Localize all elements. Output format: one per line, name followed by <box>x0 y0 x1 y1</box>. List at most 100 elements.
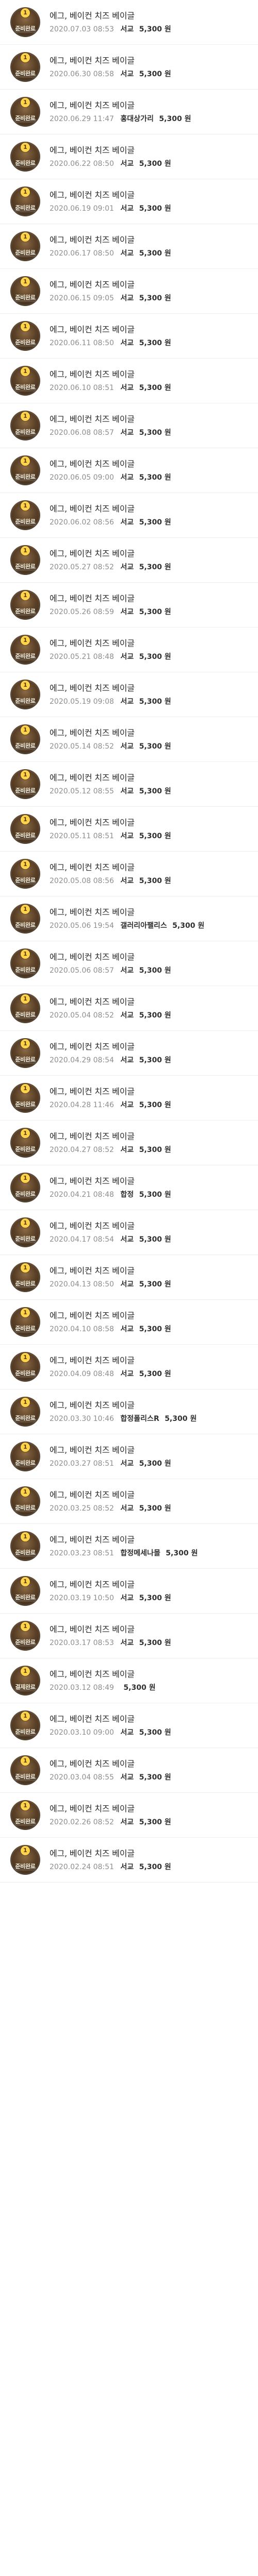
store-name: 서교 <box>120 473 134 482</box>
order-meta: 2020.03.10 09:00 서교 5,300 원 <box>50 1728 258 1737</box>
order-icon <box>14 656 36 660</box>
order-info: 에그, 베이컨 치즈 베이글 2020.03.25 08:52 서교 5,300… <box>50 1490 258 1513</box>
order-list-item[interactable]: 1 준비완료 에그, 베이컨 치즈 베이글 2020.03.10 09:00 서… <box>0 1703 258 1748</box>
order-amount: 5,300 원 <box>139 832 171 840</box>
order-list-item[interactable]: 1 준비완료 에그, 베이컨 치즈 베이글 2020.02.26 08:52 서… <box>0 1793 258 1838</box>
order-info: 에그, 베이컨 치즈 베이글 2020.03.17 08:53 서교 5,300… <box>50 1624 258 1648</box>
order-list-item[interactable]: 1 준비완료 에그, 베이컨 치즈 베이글 2020.05.11 08:51 서… <box>0 807 258 852</box>
order-info: 에그, 베이컨 치즈 베이글 2020.04.10 08:58 서교 5,300… <box>50 1311 258 1334</box>
order-thumbnail: 1 준비완료 <box>10 1397 40 1427</box>
order-list-item[interactable]: 1 준비완료 에그, 베이컨 치즈 베이글 2020.06.11 08:50 서… <box>0 314 258 359</box>
order-title: 에그, 베이컨 치즈 베이글 <box>50 324 135 334</box>
order-list-item[interactable]: 1 준비완료 에그, 베이컨 치즈 베이글 2020.06.30 08:58 서… <box>0 45 258 90</box>
order-list-item[interactable]: 1 준비완료 에그, 베이컨 치즈 베이글 2020.04.10 08:58 서… <box>0 1300 258 1345</box>
store-name: 서교 <box>120 1280 134 1289</box>
order-title: 에그, 베이컨 치즈 베이글 <box>50 503 135 514</box>
order-list-item[interactable]: 1 준비완료 에그, 베이컨 치즈 베이글 2020.05.27 08:52 서… <box>0 538 258 583</box>
order-meta: 2020.03.19 10:50 서교 5,300 원 <box>50 1594 258 1603</box>
order-amount: 5,300 원 <box>139 473 171 482</box>
order-timestamp: 2020.04.13 08:50 <box>50 1280 114 1289</box>
order-list-item[interactable]: 1 준비완료 에그, 베이컨 치즈 베이글 2020.03.27 08:51 서… <box>0 1434 258 1479</box>
order-title: 에그, 베이컨 치즈 베이글 <box>50 683 135 693</box>
store-name: 서교 <box>120 338 134 347</box>
order-list-item[interactable]: 1 준비완료 에그, 베이컨 치즈 베이글 2020.05.06 08:57 서… <box>0 941 258 986</box>
order-amount: 5,300 원 <box>139 1190 171 1199</box>
order-list-item[interactable]: 1 준비완료 에그, 베이컨 치즈 베이글 2020.03.30 10:46 합… <box>0 1389 258 1434</box>
order-list-item[interactable]: 1 준비완료 에그, 베이컨 치즈 베이글 2020.05.14 08:52 서… <box>0 717 258 762</box>
order-list-item[interactable]: 1 준비완료 에그, 베이컨 치즈 베이글 2020.04.27 08:52 서… <box>0 1121 258 1165</box>
order-timestamp: 2020.06.22 08:50 <box>50 159 114 168</box>
order-list-item[interactable]: 1 준비완료 에그, 베이컨 치즈 베이글 2020.05.26 08:59 서… <box>0 583 258 628</box>
order-timestamp: 2020.03.19 10:50 <box>50 1594 114 1602</box>
order-list-item[interactable]: 1 준비완료 에그, 베이컨 치즈 베이글 2020.06.19 09:01 서… <box>0 179 258 224</box>
order-list-item[interactable]: 1 준비완료 에그, 베이컨 치즈 베이글 2020.06.10 08:51 서… <box>0 359 258 403</box>
order-list-item[interactable]: 1 준비완료 에그, 베이컨 치즈 베이글 2020.05.21 08:48 서… <box>0 628 258 672</box>
order-thumbnail: 1 준비완료 <box>10 321 40 351</box>
order-list-item[interactable]: 1 준비완료 에그, 베이컨 치즈 베이글 2020.03.04 08:55 서… <box>0 1748 258 1793</box>
order-list-item[interactable]: 1 준비완료 에그, 베이컨 치즈 베이글 2020.07.03 08:53 서… <box>0 0 258 45</box>
order-list-item[interactable]: 1 준비완료 에그, 베이컨 치즈 베이글 2020.04.09 08:48 서… <box>0 1345 258 1389</box>
order-amount: 5,300 원 <box>165 1414 197 1423</box>
order-list-item[interactable]: 1 준비완료 에그, 베이컨 치즈 베이글 2020.03.17 08:53 서… <box>0 1614 258 1658</box>
order-info: 에그, 베이컨 치즈 베이글 2020.04.29 08:54 서교 5,300… <box>50 1042 258 1065</box>
order-timestamp: 2020.04.17 08:54 <box>50 1235 114 1244</box>
order-list-item[interactable]: 1 준비완료 에그, 베이컨 치즈 베이글 2020.05.04 08:52 서… <box>0 986 258 1031</box>
order-meta: 2020.05.14 08:52 서교 5,300 원 <box>50 742 258 751</box>
order-meta: 2020.05.04 08:52 서교 5,300 원 <box>50 1011 258 1020</box>
order-info: 에그, 베이컨 치즈 베이글 2020.03.12 08:49 5,300 원 <box>50 1669 258 1692</box>
order-list-item[interactable]: 1 준비완료 에그, 베이컨 치즈 베이글 2020.05.19 09:08 서… <box>0 672 258 717</box>
order-timestamp: 2020.05.27 08:52 <box>50 563 114 571</box>
order-info: 에그, 베이컨 치즈 베이글 2020.06.22 08:50 서교 5,300… <box>50 145 258 168</box>
order-thumbnail: 1 준비완료 <box>10 1262 40 1292</box>
order-list-item[interactable]: 1 준비완료 에그, 베이컨 치즈 베이글 2020.06.05 09:00 서… <box>0 448 258 493</box>
order-title: 에그, 베이컨 치즈 베이글 <box>50 772 135 783</box>
order-info: 에그, 베이컨 치즈 베이글 2020.06.05 09:00 서교 5,300… <box>50 459 258 482</box>
order-thumbnail: 1 준비완료 <box>10 231 40 261</box>
order-list-item[interactable]: 1 준비완료 에그, 베이컨 치즈 베이글 2020.05.08 08:56 서… <box>0 852 258 896</box>
order-amount: 5,300 원 <box>139 1862 171 1871</box>
order-list-item[interactable]: 1 준비완료 에그, 베이컨 치즈 베이글 2020.06.17 08:50 서… <box>0 224 258 269</box>
order-title: 에그, 베이컨 치즈 베이글 <box>50 1176 135 1186</box>
order-meta: 2020.04.13 08:50 서교 5,300 원 <box>50 1280 258 1289</box>
order-list-item[interactable]: 1 준비완료 에그, 베이컨 치즈 베이글 2020.04.29 08:54 서… <box>0 1031 258 1076</box>
order-icon <box>14 1776 36 1781</box>
order-amount: 5,300 원 <box>159 114 191 123</box>
order-icon <box>14 252 36 257</box>
order-title: 에그, 베이컨 치즈 베이글 <box>50 459 135 469</box>
order-list-item[interactable]: 1 준비완료 에그, 베이컨 치즈 베이글 2020.06.08 08:57 서… <box>0 403 258 448</box>
order-list-item[interactable]: 1 준비완료 에그, 베이컨 치즈 베이글 2020.03.19 10:50 서… <box>0 1569 258 1614</box>
order-list-item[interactable]: 1 준비완료 에그, 베이컨 치즈 베이글 2020.05.12 08:55 서… <box>0 762 258 807</box>
store-name: 합정폴리스R <box>120 1414 159 1423</box>
order-amount: 5,300 원 <box>139 1818 171 1826</box>
order-list-item[interactable]: 1 준비완료 에그, 베이컨 치즈 베이글 2020.03.25 08:52 서… <box>0 1479 258 1524</box>
order-thumbnail: 1 준비완료 <box>10 411 40 440</box>
store-name: 서교 <box>120 787 134 795</box>
order-thumbnail: 1 준비완료 <box>10 1486 40 1516</box>
order-list-item[interactable]: 1 준비완료 에그, 베이컨 치즈 베이글 2020.06.29 11:47 홍… <box>0 90 258 134</box>
order-info: 에그, 베이컨 치즈 베이글 2020.05.12 08:55 서교 5,300… <box>50 773 258 796</box>
order-meta: 2020.06.10 08:51 서교 5,300 원 <box>50 383 258 393</box>
order-list-item[interactable]: 1 준비완료 에그, 베이컨 치즈 베이글 2020.06.22 08:50 서… <box>0 134 258 179</box>
order-amount: 5,300 원 <box>139 249 171 258</box>
order-list-item[interactable]: 1 결제완료 에그, 베이컨 치즈 베이글 2020.03.12 08:49 5… <box>0 1658 258 1703</box>
quantity-badge: 1 <box>21 770 30 779</box>
order-meta: 2020.05.06 08:57 서교 5,300 원 <box>50 966 258 975</box>
order-icon <box>14 1732 36 1736</box>
order-list-item[interactable]: 1 준비완료 에그, 베이컨 치즈 베이글 2020.04.13 08:50 서… <box>0 1255 258 1300</box>
order-thumbnail: 1 준비완료 <box>10 859 40 889</box>
order-meta: 2020.05.19 09:08 서교 5,300 원 <box>50 697 258 706</box>
order-list-item[interactable]: 1 준비완료 에그, 베이컨 치즈 베이글 2020.04.28 11:46 서… <box>0 1076 258 1121</box>
order-list-item[interactable]: 1 준비완료 에그, 베이컨 치즈 베이글 2020.04.21 08:48 합… <box>0 1165 258 1210</box>
order-list-item[interactable]: 1 준비완료 에그, 베이컨 치즈 베이글 2020.03.23 08:51 합… <box>0 1524 258 1569</box>
order-list-item[interactable]: 1 준비완료 에그, 베이컨 치즈 베이글 2020.02.24 08:51 서… <box>0 1838 258 1883</box>
order-info: 에그, 베이컨 치즈 베이글 2020.02.24 08:51 서교 5,300… <box>50 1849 258 1872</box>
order-list-item[interactable]: 1 준비완료 에그, 베이컨 치즈 베이글 2020.05.06 19:54 갤… <box>0 896 258 941</box>
order-list-item[interactable]: 1 준비완료 에그, 베이컨 치즈 베이글 2020.04.17 08:54 서… <box>0 1210 258 1255</box>
order-amount: 5,300 원 <box>139 1459 171 1468</box>
order-thumbnail: 1 준비완료 <box>10 590 40 620</box>
order-icon <box>14 1373 36 1378</box>
order-list-item[interactable]: 1 준비완료 에그, 베이컨 치즈 베이글 2020.06.15 09:05 서… <box>0 269 258 314</box>
order-list-item[interactable]: 1 준비완료 에그, 베이컨 치즈 베이글 2020.06.02 08:56 서… <box>0 493 258 538</box>
order-info: 에그, 베이컨 치즈 베이글 2020.03.04 08:55 서교 5,300… <box>50 1759 258 1782</box>
order-info: 에그, 베이컨 치즈 베이글 2020.05.06 08:57 서교 5,300… <box>50 952 258 975</box>
